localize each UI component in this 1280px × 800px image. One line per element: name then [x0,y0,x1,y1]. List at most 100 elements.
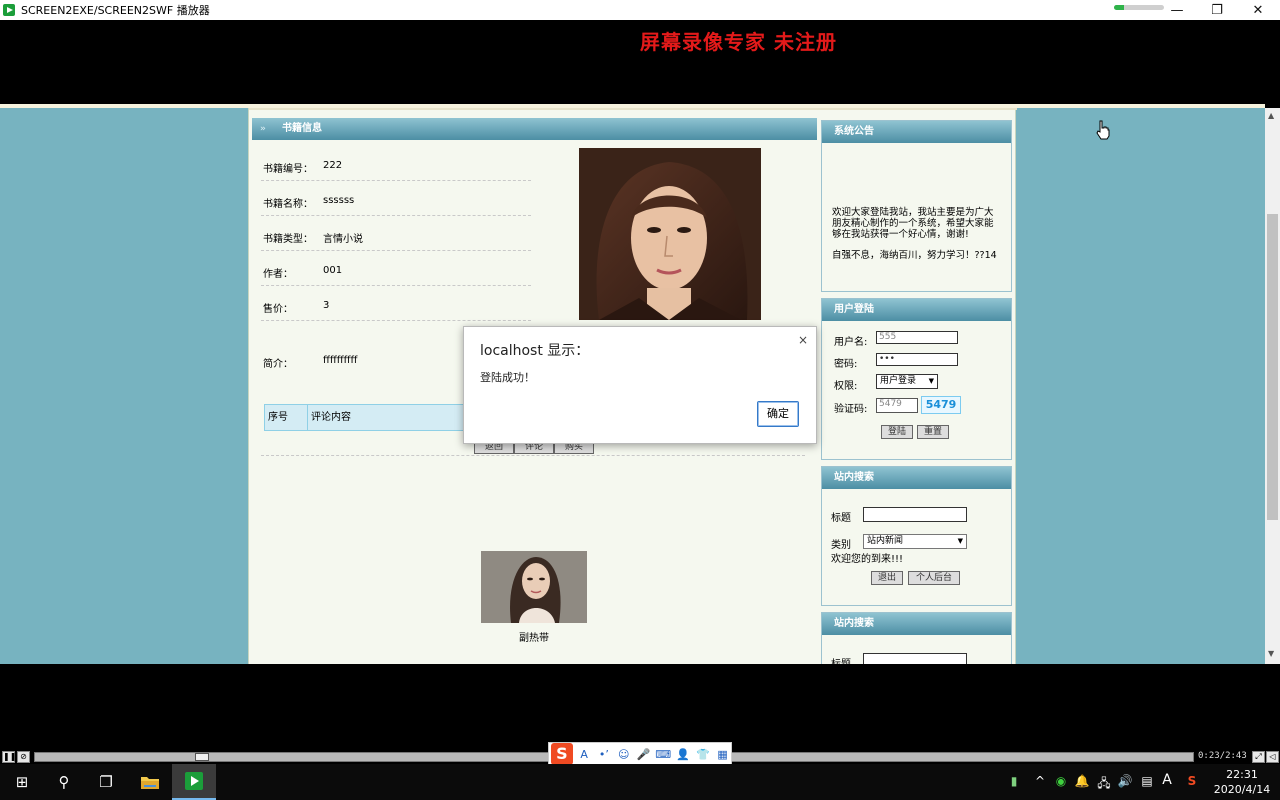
ime-user-icon[interactable]: 👤 [675,748,692,761]
close-button[interactable]: ✕ [1238,0,1278,20]
info-row-price: 售价： 3 [261,286,531,321]
announcement-motto: 自强不息，海纳百川，努力学习！??14 [832,250,997,261]
info-value: 001 [323,265,343,276]
player-taskbar-button[interactable] [172,764,216,800]
hand-cursor-icon [1096,120,1110,140]
book-thumbnail-image[interactable] [481,551,587,623]
role-select[interactable]: 用户登录 ▼ [876,374,938,389]
watermark-text: 屏幕录像专家 未注册 [640,30,837,54]
ime-toolbox-icon[interactable]: ▦ [714,748,731,761]
username-input[interactable]: 555 [876,331,958,344]
info-row-name: 书籍名称： ssssss [261,181,531,216]
search-category-label: 类别 [831,540,851,551]
tray-notification-icon[interactable]: 🔔 [1073,774,1091,788]
clock-time[interactable]: 22:31 [1214,768,1270,781]
info-label: 书籍类型： [263,234,313,245]
book-cover-image [579,148,761,320]
player-app-icon [3,3,17,17]
file-explorer-button[interactable] [128,764,172,800]
announcement-text: 欢迎大家登陆我站，我站主要是为广大朋友精心制作的一个系统，希望大家能够在我站获得… [832,207,994,240]
info-value: ffffffffff [323,355,358,366]
ime-skin-icon[interactable]: 👕 [694,748,711,761]
comment-table-header: 序号 评论内容 [264,404,474,431]
maximize-button[interactable]: ❐ [1197,0,1237,20]
tray-show-hidden-icon[interactable]: ^ [1031,774,1049,788]
watermark-band: 屏幕录像专家 未注册 [0,20,1280,104]
window-title: SCREEN2EXE/SCREEN2SWF 播放器 [21,4,210,17]
scrollbar-thumb[interactable] [1267,214,1278,520]
col-index: 序号 [265,405,308,430]
site-search-panel: 站内搜索 标题 类别 站内新闻 ▼ 欢迎您的到来!!! 退出 个人后台 [821,466,1012,606]
login-header: 用户登陆 [822,299,1011,321]
login-button[interactable]: 登陆 [881,425,913,439]
seek-thumb[interactable] [195,753,209,761]
tray-action-center-icon[interactable]: ▤ [1138,774,1156,788]
volume-button[interactable]: ◁ [1266,751,1279,763]
tray-sogou-icon[interactable]: S [1183,774,1201,788]
captcha-label: 验证码: [834,404,868,415]
pause-button[interactable]: ❚❚ [2,751,16,763]
start-button[interactable]: ⊞ [0,764,44,800]
info-row-id: 书籍编号： 222 [261,146,531,181]
dialog-ok-button[interactable]: 确定 [757,401,799,427]
captcha-input[interactable]: 5479 [876,398,918,413]
ime-voice-icon[interactable]: 🎤 [635,748,652,761]
password-label: 密码: [834,359,858,370]
logout-button[interactable]: 退出 [871,571,903,585]
site-search-header: 站内搜索 [822,467,1011,489]
vertical-scrollbar[interactable]: ▲ ▼ [1265,108,1280,664]
personal-backend-button[interactable]: 个人后台 [908,571,960,585]
site-search-header-2: 站内搜索 [822,613,1011,635]
title-progress-fill [1114,5,1124,10]
search-title-input[interactable] [863,507,967,522]
dialog-close-icon[interactable]: × [798,333,808,347]
double-arrow-icon: » [260,124,266,134]
info-label: 书籍编号： [263,164,313,175]
ime-emoji-icon[interactable]: ☺ [615,748,632,761]
tray-app-icon[interactable]: ◉ [1052,774,1070,788]
search-title-label-2: 标题 [831,655,851,664]
tray-input-mode-icon[interactable]: A [1158,772,1176,788]
screen: SCREEN2EXE/SCREEN2SWF 播放器 — ❐ ✕ 屏幕录像专家 未… [0,0,1280,800]
ime-chinese-mode-icon[interactable]: A [576,748,593,761]
page-top-line [249,108,1017,110]
task-view-button[interactable]: ❐ [84,764,128,800]
ime-toolbar[interactable]: S A •ʼ ☺ 🎤 ⌨ 👤 👕 ▦ [548,742,732,766]
col-content: 评论内容 [311,412,351,423]
minimize-button[interactable]: — [1157,0,1197,20]
category-select-value: 站内新闻 [867,536,904,546]
tray-volume-icon[interactable]: 🔊 [1116,774,1134,788]
thumbnail-caption[interactable]: 副热带 [481,629,587,644]
captcha-image[interactable]: 5479 [921,396,961,414]
sogou-logo-icon[interactable]: S [551,743,573,765]
announcement-header: 系统公告 [822,121,1011,143]
dropdown-arrow-icon: ▼ [928,377,934,385]
announcement-panel: 系统公告 欢迎大家登陆我站，我站主要是为广大朋友精心制作的一个系统，希望大家能够… [821,120,1012,292]
search-title-input-2[interactable] [863,653,967,664]
fit-screen-button[interactable]: ⤢ [1252,751,1265,763]
clock-date[interactable]: 2020/4/14 [1210,783,1274,796]
info-row-type: 书籍类型： 言情小说 [261,216,531,251]
info-value: ssssss [323,195,355,206]
ime-punctuation-icon[interactable]: •ʼ [596,748,613,761]
login-panel: 用户登陆 用户名: 555 密码: ••• 权限: 用户登录 ▼ 验证码: 547… [821,298,1012,460]
tray-network-icon[interactable]: 🖧 [1095,774,1113,795]
site-search-panel-2: 站内搜索 标题 [821,612,1012,664]
password-input[interactable]: ••• [876,353,958,366]
folder-icon [141,777,159,789]
scroll-down-icon[interactable]: ▼ [1268,649,1274,658]
scroll-up-icon[interactable]: ▲ [1268,111,1274,120]
book-info-header: » 书籍信息 [252,118,817,140]
welcome-text: 欢迎您的到来!!! [831,554,904,565]
search-category-select[interactable]: 站内新闻 ▼ [863,534,967,549]
alert-dialog: localhost 显示： × 登陆成功！ 确定 [463,326,817,444]
window-titlebar: SCREEN2EXE/SCREEN2SWF 播放器 — ❐ ✕ [0,0,1280,20]
tray-battery-icon[interactable]: ▮ [1005,774,1023,788]
reset-button[interactable]: 重置 [917,425,949,439]
info-value: 言情小说 [323,234,363,245]
role-select-value: 用户登录 [880,376,917,386]
ime-keyboard-icon[interactable]: ⌨ [655,748,672,761]
divider [261,455,805,456]
stop-button[interactable]: ⊘ [17,751,30,763]
search-button[interactable]: ⚲ [42,764,86,800]
